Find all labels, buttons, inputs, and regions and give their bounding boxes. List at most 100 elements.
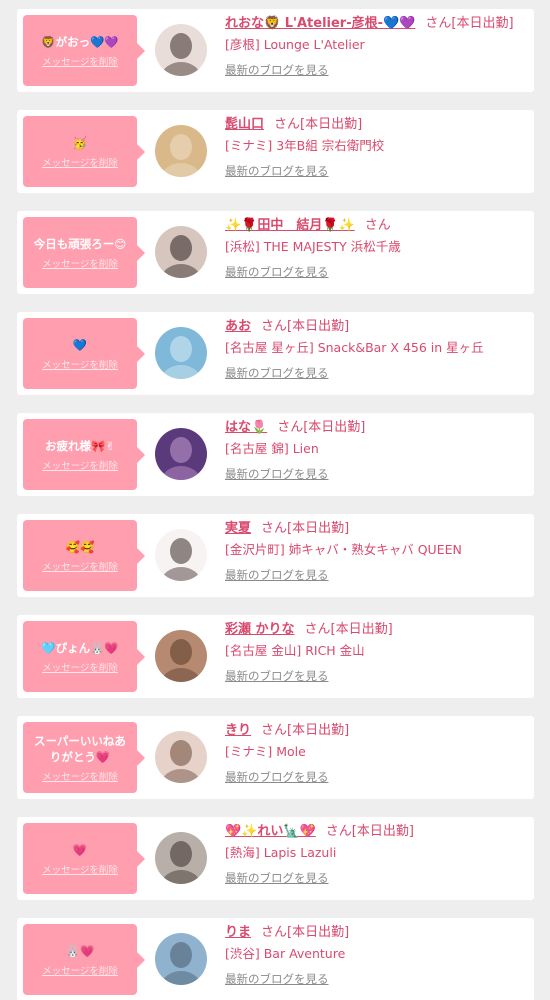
delete-message-link[interactable]: メッセージを削除 [42,54,118,68]
latest-blog-link[interactable]: 最新のブログを見る [225,868,329,888]
message-text: 🐰💗 [65,943,95,958]
shop-name: [熱海] Lapis Lazuli [225,845,337,860]
cast-info: 💖✨れい🗽💖 さん[本日出勤] [熱海] Lapis Lazuli 最新のブログを… [225,821,528,888]
latest-blog-link[interactable]: 最新のブログを見る [225,363,329,383]
message-text: 🩵ぴょん🐰💗 [41,640,119,655]
cast-name-link[interactable]: 実夏 [225,521,251,536]
cast-card: 🦁がおっ💙💜 メッセージを削除 れおな🦁 L'Atelier-彦根-💙💜 さん[本… [17,9,534,92]
shop-name: [ミナミ] 3年B組 宗右衛門校 [225,138,385,153]
honorific: さん [274,117,301,132]
latest-blog-link[interactable]: 最新のブログを見る [225,767,329,787]
delete-message-link[interactable]: メッセージを削除 [42,155,118,169]
avatar[interactable] [155,529,207,581]
avatar[interactable] [155,731,207,783]
delete-message-link[interactable]: メッセージを削除 [42,963,118,977]
status-badge: [本日出勤] [330,622,393,637]
cast-info: きり さん[本日出勤] [ミナミ] Mole 最新のブログを見る [225,720,528,787]
message-bubble: 🦁がおっ💙💜 メッセージを削除 [23,15,145,86]
message-text: 🥰🥰 [65,539,95,554]
message-bubble: スーパーいいねありがとう💗 メッセージを削除 [23,722,145,793]
cast-card: 💙 メッセージを削除 あお さん[本日出勤] [名古屋 星ヶ丘] Snack&Ba… [17,312,534,395]
cast-name-link[interactable]: きり [225,723,251,738]
cast-name-link[interactable]: ✨🌹田中 結月🌹✨ [225,218,355,233]
cast-name-line: 💖✨れい🗽💖 さん[本日出勤] [225,821,528,842]
avatar[interactable] [155,428,207,480]
shop-name: [彦根] Lounge L'Atelier [225,37,365,52]
avatar[interactable] [155,125,207,177]
cast-name-link[interactable]: 💖✨れい🗽💖 [225,824,316,839]
cast-message-list: 🦁がおっ💙💜 メッセージを削除 れおな🦁 L'Atelier-彦根-💙💜 さん[本… [0,0,550,1000]
message-bubble: 🩵ぴょん🐰💗 メッセージを削除 [23,621,145,692]
shop-name: [名古屋 錦] Lien [225,441,319,456]
avatar[interactable] [155,832,207,884]
cast-card: 🩵ぴょん🐰💗 メッセージを削除 彩瀬 かりな さん[本日出勤] [名古屋 金山] … [17,615,534,698]
delete-message-link[interactable]: メッセージを削除 [42,660,118,674]
cast-info: あお さん[本日出勤] [名古屋 星ヶ丘] Snack&Bar X 456 in … [225,316,528,383]
cast-info: れおな🦁 L'Atelier-彦根-💙💜 さん[本日出勤] [彦根] Lounge… [225,13,528,80]
honorific: さん [261,319,288,334]
message-bubble: 💙 メッセージを削除 [23,318,145,389]
message-text: お疲れ様🎀✌ [45,438,115,453]
honorific: さん [325,824,352,839]
cast-card: スーパーいいねありがとう💗 メッセージを削除 きり さん[本日出勤] [ミナミ] … [17,716,534,799]
honorific: さん [364,218,391,233]
delete-message-link[interactable]: メッセージを削除 [42,862,118,876]
status-badge: [本日出勤] [287,319,350,334]
shop-name: [金沢片町] 姉キャバ・熟女キャバ QUEEN [225,542,462,557]
latest-blog-link[interactable]: 最新のブログを見る [225,666,329,686]
cast-name-link[interactable]: 髭山口 [225,117,264,132]
cast-name-link[interactable]: りま [225,925,251,940]
cast-name-link[interactable]: れおな🦁 L'Atelier-彦根-💙💜 [225,16,415,31]
avatar[interactable] [155,24,207,76]
delete-message-link[interactable]: メッセージを削除 [42,357,118,371]
cast-name-line: あお さん[本日出勤] [225,316,528,337]
avatar[interactable] [155,933,207,985]
cast-name-line: はな🌷 さん[本日出勤] [225,417,528,438]
cast-info: ✨🌹田中 結月🌹✨ さん [浜松] THE MAJESTY 浜松千歳 最新のブログ… [225,215,528,282]
delete-message-link[interactable]: メッセージを削除 [42,256,118,270]
cast-card: 🥰🥰 メッセージを削除 実夏 さん[本日出勤] [金沢片町] 姉キャバ・熟女キャバ… [17,514,534,597]
message-text: 💙 [72,337,88,352]
avatar[interactable] [155,226,207,278]
cast-name-link[interactable]: 彩瀬 かりな [225,622,295,637]
status-badge: [本日出勤] [451,16,514,31]
honorific: さん [304,622,331,637]
cast-name-link[interactable]: あお [225,319,251,334]
avatar[interactable] [155,630,207,682]
delete-message-link[interactable]: メッセージを削除 [42,769,118,783]
avatar[interactable] [155,327,207,379]
message-text: 今日も頑張ろー😊 [33,236,127,251]
cast-name-line: きり さん[本日出勤] [225,720,528,741]
cast-name-line: りま さん[本日出勤] [225,922,528,943]
message-text: 🥳 [72,135,88,150]
cast-info: りま さん[本日出勤] [渋谷] Bar Aventure 最新のブログを見る [225,922,528,989]
latest-blog-link[interactable]: 最新のブログを見る [225,161,329,181]
status-badge: [本日出勤] [287,521,350,536]
cast-info: 実夏 さん[本日出勤] [金沢片町] 姉キャバ・熟女キャバ QUEEN 最新のブロ… [225,518,528,585]
message-bubble: 🥰🥰 メッセージを削除 [23,520,145,591]
shop-name: [浜松] THE MAJESTY 浜松千歳 [225,239,401,254]
delete-message-link[interactable]: メッセージを削除 [42,458,118,472]
message-bubble: 💗 メッセージを削除 [23,823,145,894]
message-bubble: 🥳 メッセージを削除 [23,116,145,187]
honorific: さん [261,925,288,940]
status-badge: [本日出勤] [300,117,363,132]
latest-blog-link[interactable]: 最新のブログを見る [225,262,329,282]
cast-name-line: 彩瀬 かりな さん[本日出勤] [225,619,528,640]
delete-message-link[interactable]: メッセージを削除 [42,559,118,573]
shop-name: [渋谷] Bar Aventure [225,946,346,961]
cast-name-line: れおな🦁 L'Atelier-彦根-💙💜 さん[本日出勤] [225,13,528,34]
message-bubble: お疲れ様🎀✌ メッセージを削除 [23,419,145,490]
latest-blog-link[interactable]: 最新のブログを見る [225,464,329,484]
cast-card: 🐰💗 メッセージを削除 りま さん[本日出勤] [渋谷] Bar Aventure… [17,918,534,1000]
cast-name-link[interactable]: はな🌷 [225,420,267,435]
status-badge: [本日出勤] [287,723,350,738]
latest-blog-link[interactable]: 最新のブログを見る [225,565,329,585]
latest-blog-link[interactable]: 最新のブログを見る [225,60,329,80]
status-badge: [本日出勤] [351,824,414,839]
latest-blog-link[interactable]: 最新のブログを見る [225,969,329,989]
status-badge: [本日出勤] [287,925,350,940]
cast-card: お疲れ様🎀✌ メッセージを削除 はな🌷 さん[本日出勤] [名古屋 錦] Lien… [17,413,534,496]
cast-card: 🥳 メッセージを削除 髭山口 さん[本日出勤] [ミナミ] 3年B組 宗右衛門校 … [17,110,534,193]
shop-name: [ミナミ] Mole [225,744,306,759]
